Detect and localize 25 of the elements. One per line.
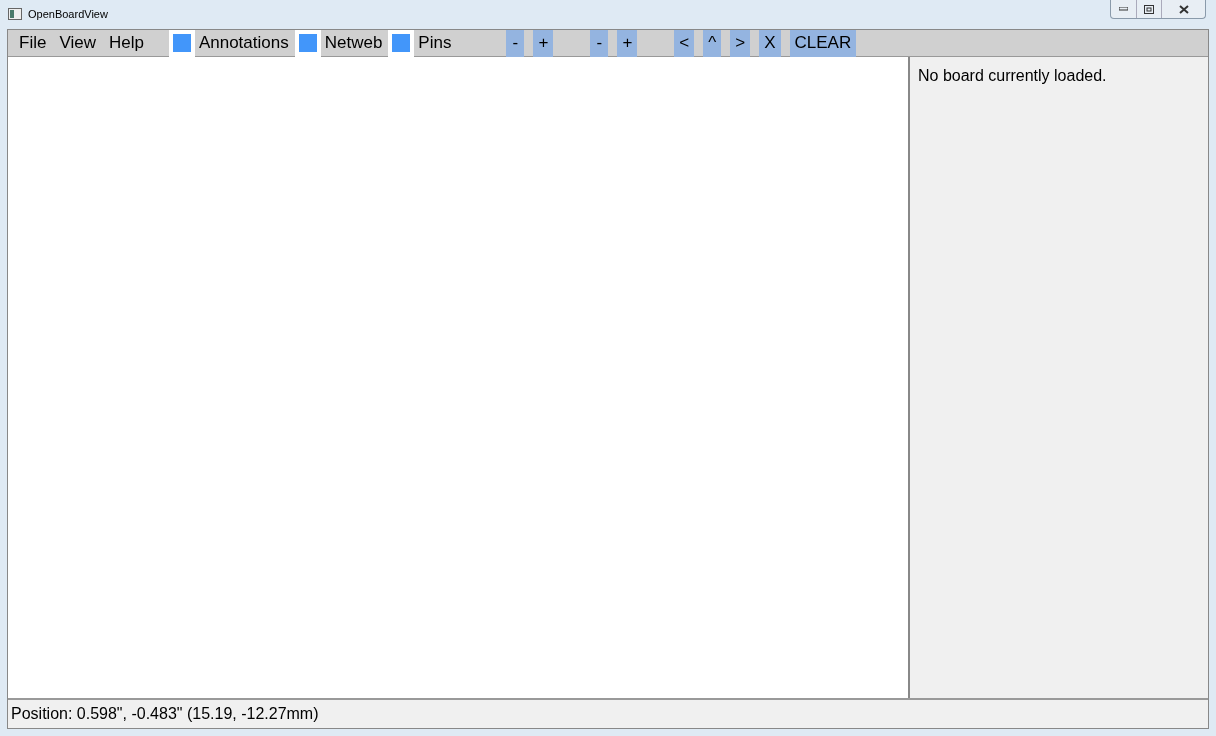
toolbar-button[interactable]: CLEAR [789, 29, 857, 57]
checkbox[interactable] [388, 29, 415, 57]
checkbox[interactable] [294, 29, 321, 57]
maximize-icon [1144, 4, 1154, 14]
menu-item[interactable]: File [13, 30, 53, 56]
close-icon [1178, 4, 1189, 14]
toolbar-button[interactable]: > [730, 29, 751, 57]
panel-message: No board currently loaded. [918, 67, 1107, 84]
minimize-icon [1119, 7, 1128, 11]
checkbox-label: Pins [417, 32, 452, 55]
menu-item[interactable]: Help [102, 30, 150, 56]
toolbar-button[interactable]: ^ [703, 29, 722, 57]
toolbar-button[interactable]: < [674, 29, 695, 57]
checkbox-label: Netweb [323, 32, 383, 55]
app-icon [8, 8, 22, 21]
toolbar-button[interactable]: + [617, 29, 638, 57]
toolbar-button[interactable]: X [759, 29, 781, 57]
status-text: Position: 0.598", -0.483" (15.19, -12.27mm) [11, 704, 319, 724]
checkbox-label: Annotations [197, 32, 289, 55]
checkbox[interactable] [168, 29, 195, 57]
menu-item[interactable]: View [53, 30, 102, 56]
toolbar-button[interactable]: - [590, 29, 609, 57]
toolbar-button[interactable]: + [533, 29, 554, 57]
window-title: OpenBoardView [28, 7, 108, 22]
toolbar-button[interactable]: - [506, 29, 525, 57]
